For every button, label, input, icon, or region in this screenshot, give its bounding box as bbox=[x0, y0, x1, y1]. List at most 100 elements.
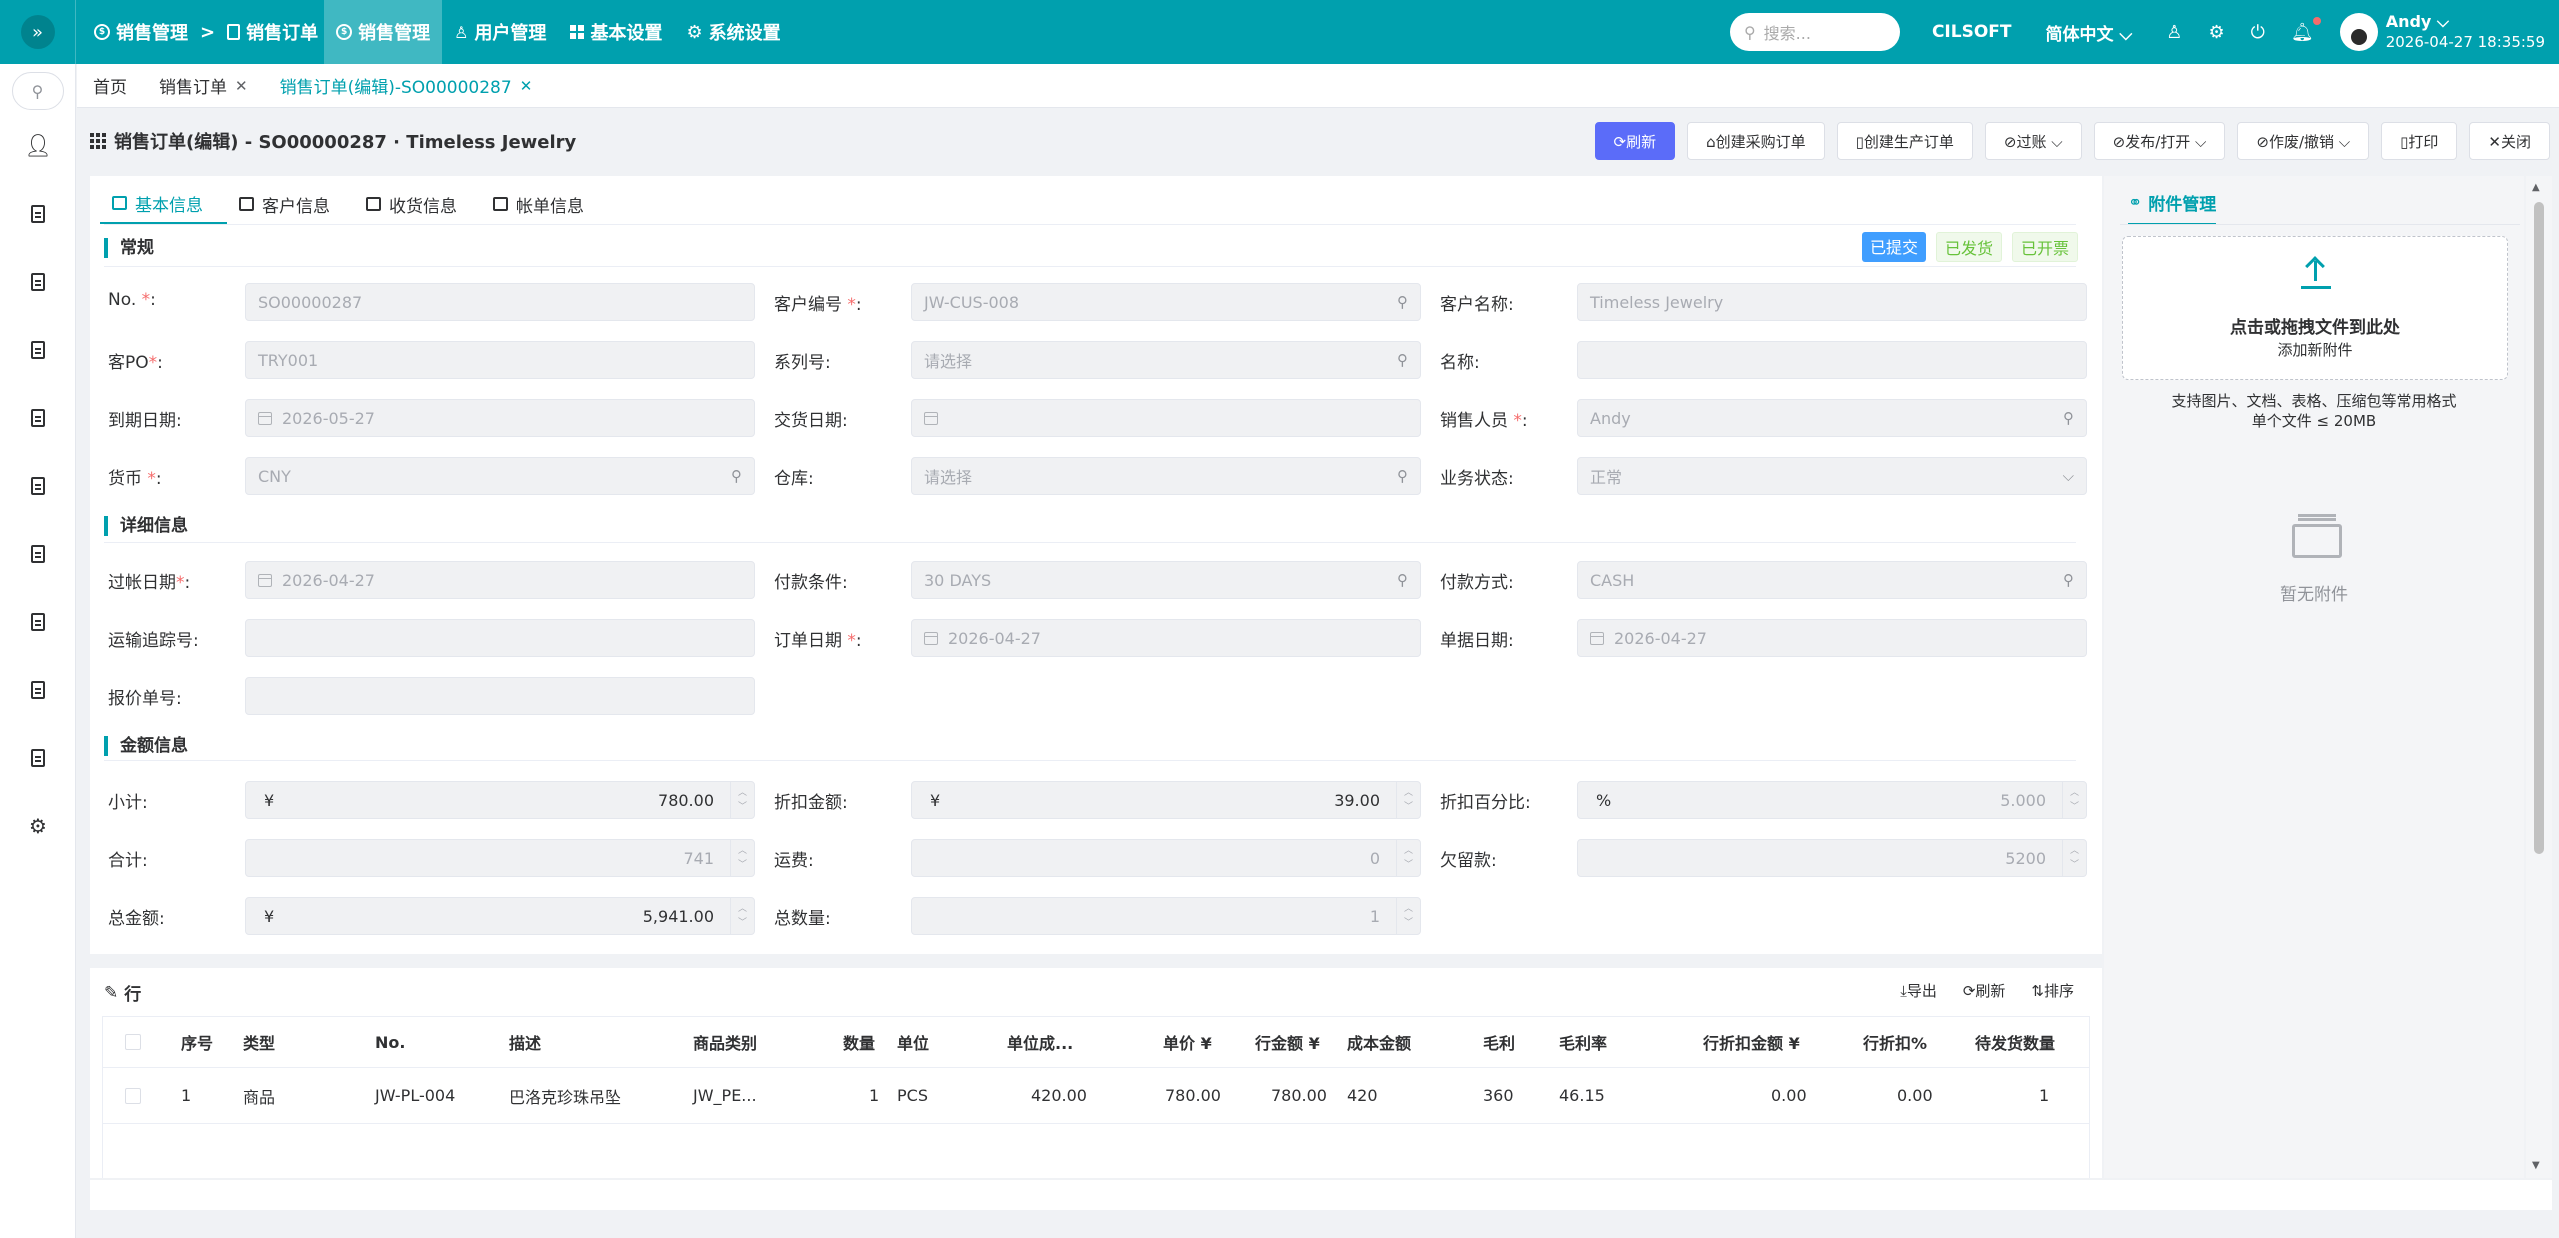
grand-total-field[interactable]: ¥5,941.00 ︿ ﹀ bbox=[245, 897, 755, 935]
column-header[interactable]: 单位 bbox=[897, 1030, 929, 1054]
sidebar-item-document-2[interactable] bbox=[0, 262, 76, 302]
sidebar-item-document-8[interactable] bbox=[0, 670, 76, 710]
due-date-picker[interactable]: 2026-05-27 bbox=[245, 399, 755, 437]
tab-home[interactable]: 首页 bbox=[77, 64, 143, 108]
table-row[interactable]: 1 商品 JW-PL-004 巴洛克珍珠吊坠 JW_PE... 1 PCS 42… bbox=[102, 1068, 2090, 1124]
document-date-picker[interactable]: 2026-04-27 bbox=[1577, 619, 2087, 657]
row-checkbox[interactable] bbox=[125, 1087, 141, 1104]
customer-no-field[interactable]: JW-CUS-008 ⚲ bbox=[911, 283, 1421, 321]
no-field[interactable]: SO00000287 bbox=[245, 283, 755, 321]
search-icon[interactable]: ⚲ bbox=[1397, 571, 1408, 589]
number-stepper[interactable]: ︿ ﹀ bbox=[730, 898, 754, 934]
number-stepper[interactable]: ︿ ﹀ bbox=[2062, 840, 2086, 876]
total-quantity-field[interactable]: 1 ︿ ﹀ bbox=[911, 897, 1421, 935]
name-field[interactable] bbox=[1577, 341, 2087, 379]
column-header[interactable]: 行折扣金额 ¥ bbox=[1703, 1030, 1800, 1054]
refresh-button[interactable]: ⟳刷新 bbox=[1594, 122, 1676, 160]
global-search-input[interactable]: ⚲ 搜索... bbox=[1729, 13, 1900, 51]
settings-gear-icon[interactable]: ⚙ bbox=[2208, 22, 2224, 43]
scroll-down-icon[interactable]: ▼ bbox=[2532, 1160, 2540, 1171]
upload-dropzone[interactable]: 点击或拖拽文件到此处 添加新附件 bbox=[2122, 236, 2508, 380]
order-date-picker[interactable]: 2026-04-27 bbox=[911, 619, 1421, 657]
user-profile-icon[interactable]: ♙ bbox=[2166, 22, 2182, 43]
quote-no-field[interactable] bbox=[245, 677, 755, 715]
publish-open-dropdown-button[interactable]: ⊘发布/打开 ⌵ bbox=[2093, 122, 2226, 160]
currency-field[interactable]: CNY ⚲ bbox=[245, 457, 755, 495]
search-icon[interactable]: ⚲ bbox=[2063, 571, 2074, 589]
column-header[interactable]: 单位成... bbox=[1007, 1030, 1073, 1054]
discount-amount-field[interactable]: ¥39.00 ︿ ﹀ bbox=[911, 781, 1421, 819]
search-icon[interactable]: ⚲ bbox=[2063, 409, 2074, 427]
tab-billing-info[interactable]: 帐单信息 bbox=[481, 184, 608, 224]
number-stepper[interactable]: ︿ ﹀ bbox=[1396, 840, 1420, 876]
sidebar-item-document-4[interactable] bbox=[0, 398, 76, 438]
column-header[interactable]: 数量 bbox=[843, 1030, 875, 1054]
balance-field[interactable]: 5200 ︿ ﹀ bbox=[1577, 839, 2087, 877]
nav-system-settings[interactable]: ⚙ 系统设置 bbox=[674, 0, 792, 64]
lines-refresh-button[interactable]: ⟳刷新 bbox=[1963, 980, 2006, 1001]
create-production-order-button[interactable]: ▯创建生产订单 bbox=[1836, 122, 1973, 160]
breadcrumb-sales-order[interactable]: 销售订单 bbox=[221, 19, 324, 45]
search-icon[interactable]: ⚲ bbox=[1397, 467, 1408, 485]
select-all-checkbox[interactable] bbox=[125, 1034, 141, 1050]
tab-customer-info[interactable]: 客户信息 bbox=[227, 184, 354, 224]
search-icon[interactable]: ⚲ bbox=[1397, 351, 1408, 369]
sidebar-item-document-9[interactable] bbox=[0, 738, 76, 778]
column-header[interactable]: 描述 bbox=[509, 1030, 541, 1054]
nav-basic-settings[interactable]: 基本设置 bbox=[558, 0, 674, 64]
tab-sales-orders[interactable]: 销售订单 ✕ bbox=[143, 64, 264, 108]
sidebar-item-document-1[interactable] bbox=[0, 194, 76, 234]
salesperson-field[interactable]: Andy ⚲ bbox=[1577, 399, 2087, 437]
avatar[interactable] bbox=[2339, 13, 2378, 51]
column-header[interactable]: No. bbox=[375, 1033, 405, 1052]
number-stepper[interactable]: ︿ ﹀ bbox=[730, 840, 754, 876]
breadcrumb-sales-management[interactable]: $ 销售管理 bbox=[88, 19, 194, 45]
sidebar-search-button[interactable]: ⚲ bbox=[11, 72, 64, 110]
warehouse-select[interactable]: 请选择 ⚲ bbox=[911, 457, 1421, 495]
tracking-no-field[interactable] bbox=[245, 619, 755, 657]
tab-attachments[interactable]: ⚭ 附件管理 bbox=[2128, 190, 2217, 225]
number-stepper[interactable]: ︿ ﹀ bbox=[1396, 782, 1420, 818]
column-header[interactable]: 行折扣% bbox=[1863, 1030, 1927, 1054]
sidebar-item-document-3[interactable] bbox=[0, 330, 76, 370]
freight-field[interactable]: 0 ︿ ﹀ bbox=[911, 839, 1421, 877]
sidebar-item-document-6[interactable] bbox=[0, 534, 76, 574]
customer-po-field[interactable]: TRY001 bbox=[245, 341, 755, 379]
column-header[interactable]: 成本金额 bbox=[1347, 1030, 1411, 1054]
tab-basic-info[interactable]: 基本信息 bbox=[100, 184, 227, 224]
close-icon[interactable]: ✕ bbox=[520, 77, 533, 95]
nav-user-management[interactable]: ♙ 用户管理 bbox=[442, 0, 558, 64]
column-header[interactable]: 毛利 bbox=[1483, 1030, 1515, 1054]
power-icon[interactable]: ⏻ bbox=[2251, 22, 2265, 43]
tab-shipping-info[interactable]: 收货信息 bbox=[354, 184, 481, 224]
bell-icon[interactable]: 🔔︎ bbox=[2291, 16, 2321, 43]
subtotal-field[interactable]: ¥780.00 ︿ ﹀ bbox=[245, 781, 755, 819]
serial-no-select[interactable]: 请选择 ⚲ bbox=[911, 341, 1421, 379]
scrollbar-thumb[interactable] bbox=[2534, 202, 2544, 854]
print-button[interactable]: ▯打印 bbox=[2381, 122, 2458, 160]
column-header[interactable]: 序号 bbox=[181, 1030, 213, 1054]
payment-terms-field[interactable]: 30 DAYS ⚲ bbox=[911, 561, 1421, 599]
sort-button[interactable]: ⇅排序 bbox=[2031, 980, 2074, 1001]
search-icon[interactable]: ⚲ bbox=[731, 467, 742, 485]
scroll-up-icon[interactable]: ▲ bbox=[2532, 182, 2540, 193]
close-icon[interactable]: ✕ bbox=[235, 77, 248, 95]
sidebar-toggle-button[interactable]: » bbox=[0, 0, 76, 64]
language-select[interactable]: 简体中文 ⌵ bbox=[2045, 20, 2132, 45]
export-button[interactable]: ⤓导出 bbox=[1900, 980, 1937, 1001]
post-dropdown-button[interactable]: ⊘过账 ⌵ bbox=[1984, 122, 2082, 160]
column-header[interactable]: 待发货数量 bbox=[1975, 1030, 2055, 1054]
business-status-select[interactable]: 正常 ⌵ bbox=[1577, 457, 2087, 495]
column-header[interactable]: 商品类别 bbox=[693, 1030, 757, 1054]
customer-name-field[interactable]: Timeless Jewelry bbox=[1577, 283, 2087, 321]
column-header[interactable]: 单价 ¥ bbox=[1163, 1030, 1212, 1054]
user-info[interactable]: Andy ⌵ 2026-04-27 18:35:59 bbox=[2386, 12, 2545, 52]
posting-date-picker[interactable]: 2026-04-27 bbox=[245, 561, 755, 599]
sidebar-item-document-5[interactable] bbox=[0, 466, 76, 506]
sidebar-item-users[interactable]: 👤︎ bbox=[0, 126, 76, 166]
column-header[interactable]: 行金额 ¥ bbox=[1255, 1030, 1320, 1054]
payment-method-field[interactable]: CASH ⚲ bbox=[1577, 561, 2087, 599]
sidebar-item-settings[interactable]: ⚙ bbox=[0, 806, 76, 846]
create-purchase-order-button[interactable]: ⌂创建采购订单 bbox=[1687, 122, 1825, 160]
number-stepper[interactable]: ︿ ﹀ bbox=[730, 782, 754, 818]
